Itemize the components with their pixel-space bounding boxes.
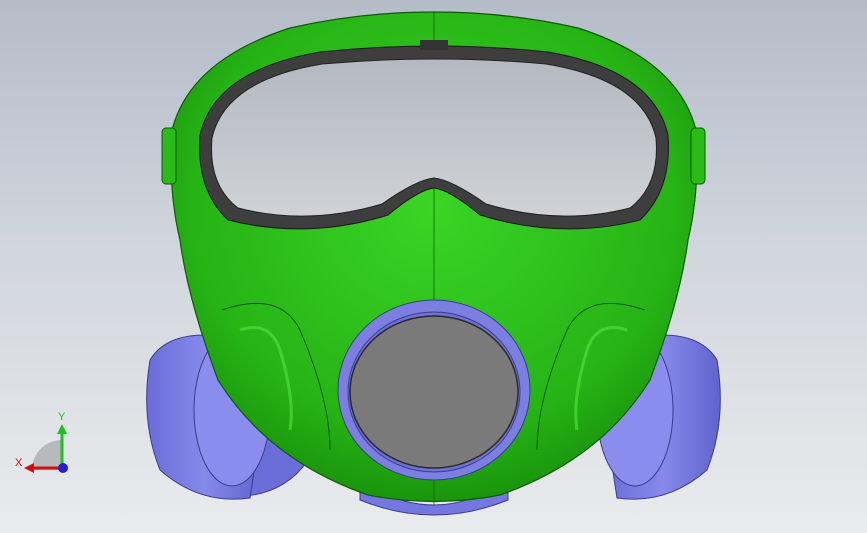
y-axis-label: Y [58, 411, 66, 423]
visor-top-clip [420, 40, 448, 50]
gas-mask-model[interactable] [0, 0, 867, 533]
x-axis-label: X [15, 457, 23, 469]
valve-cover [349, 315, 519, 469]
cad-graphics-viewport[interactable]: Y X [0, 0, 867, 533]
triad-graphic [24, 424, 68, 473]
z-axis-dot [58, 463, 68, 473]
coordinate-triad: Y X [10, 410, 80, 480]
exhalation-valve [337, 299, 531, 481]
